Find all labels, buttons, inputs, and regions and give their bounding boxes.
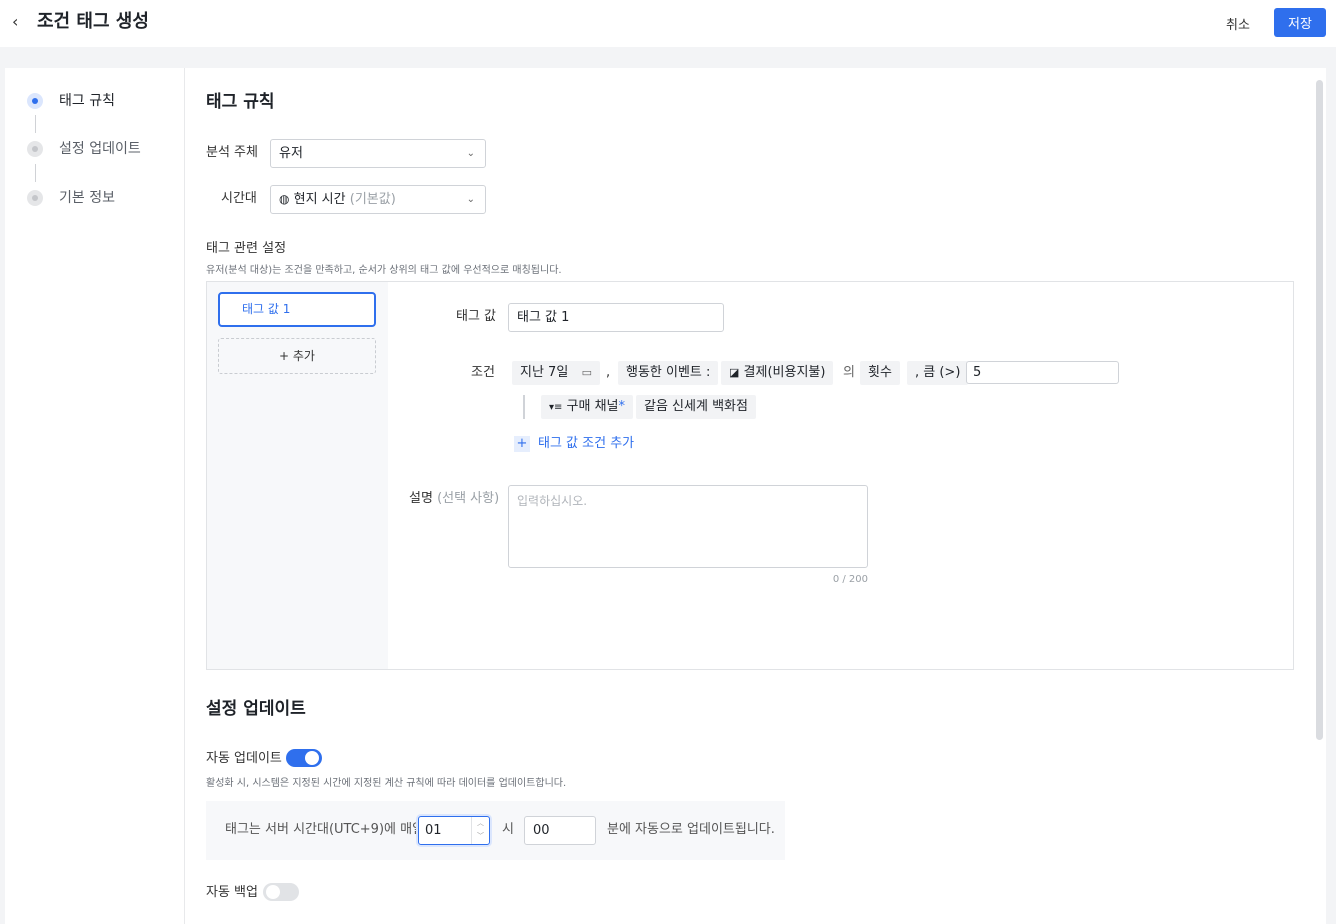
step-update-settings[interactable]: 설정 업데이트 xyxy=(5,137,185,161)
tag-value-label: 태그 값 xyxy=(456,309,497,324)
tag-value-item[interactable]: 태그 값 1 xyxy=(218,292,376,327)
step-label: 태그 규칙 xyxy=(59,93,115,109)
timezone-label: 시간대 xyxy=(221,191,257,206)
toggle-knob xyxy=(266,885,280,899)
page-title: 조건 태그 생성 xyxy=(37,11,149,32)
filter-property: 구매 채널 xyxy=(566,399,619,414)
related-settings-desc: 유저(분석 대상)는 조건을 만족하고, 순서가 상위의 태그 값에 우선적으로… xyxy=(206,265,562,276)
auto-backup-label: 자동 백업 xyxy=(206,885,258,900)
step-label: 설정 업데이트 xyxy=(59,141,141,157)
metric-select[interactable]: 횟수 xyxy=(860,361,900,385)
period-value: 지난 7일 xyxy=(520,365,569,380)
back-arrow-icon[interactable]: ‹ xyxy=(12,12,28,32)
filter-required-mark: * xyxy=(618,399,626,414)
toggle-knob xyxy=(305,751,319,765)
step-connector xyxy=(35,115,36,133)
event-select[interactable]: ◪ 결제(비용지불) xyxy=(721,361,834,385)
section-title-tag-rules: 태그 규칙 xyxy=(206,92,275,112)
related-settings-title: 태그 관련 설정 xyxy=(206,241,287,256)
section-title-update: 설정 업데이트 xyxy=(206,699,306,719)
step-nav: 태그 규칙 설정 업데이트 기본 정보 xyxy=(5,68,185,924)
hour-stepper[interactable]: 01 ︿ ﹀ xyxy=(418,816,490,845)
step-label: 기본 정보 xyxy=(59,190,115,206)
description-label: 설명 (선택 사항) xyxy=(409,490,499,508)
add-condition-button[interactable]: + 태그 값 조건 추가 xyxy=(514,434,634,454)
subject-label: 분석 주체 xyxy=(206,145,258,160)
auto-update-label: 자동 업데이트 xyxy=(206,751,282,766)
add-tag-value-button[interactable]: + 추가 xyxy=(218,338,376,374)
chevron-down-icon: ⌄ xyxy=(466,148,475,159)
chevron-down-icon: ⌄ xyxy=(466,194,475,205)
timezone-value: 현지 시간 xyxy=(293,192,346,207)
period-picker[interactable]: 지난 7일 ▭ xyxy=(512,361,600,385)
subject-select[interactable]: 유저 ⌄ xyxy=(270,139,486,168)
auto-backup-toggle[interactable] xyxy=(263,883,299,901)
description-label-text: 설명 xyxy=(409,491,433,506)
timezone-hint: (기본값) xyxy=(349,192,396,207)
subject-value: 유저 xyxy=(279,146,303,161)
condition-comma: , xyxy=(606,365,611,380)
event-icon: ◪ xyxy=(729,366,740,379)
schedule-prefix: 태그는 서버 시간대(UTC+9)에 매일 xyxy=(225,822,425,837)
auto-update-desc: 활성화 시, 시스템은 지정된 시간에 지정된 계산 규칙에 따라 데이터를 업… xyxy=(206,778,567,789)
tag-value-input[interactable]: 태그 값 1 xyxy=(508,303,724,332)
condition-value-input[interactable]: 5 xyxy=(966,361,1119,384)
stepper-arrows-icon[interactable]: ︿ ﹀ xyxy=(471,817,489,844)
step-tag-rules[interactable]: 태그 규칙 xyxy=(5,89,185,113)
step-dot-icon xyxy=(27,93,43,109)
calendar-icon: ▭ xyxy=(581,366,592,379)
description-textarea[interactable]: 입력하십시오. xyxy=(508,485,868,568)
description-hint: (선택 사항) xyxy=(437,491,500,506)
hour-value: 01 xyxy=(425,823,442,838)
schedule-suffix: 분에 자동으로 업데이트됩니다. xyxy=(607,822,775,837)
timezone-select[interactable]: ◍ 현지 시간 (기본값) ⌄ xyxy=(270,185,486,214)
step-basic-info[interactable]: 기본 정보 xyxy=(5,186,185,210)
globe-icon: ◍ xyxy=(279,192,290,206)
step-dot-icon xyxy=(27,190,43,206)
event-type-select[interactable]: 행동한 이벤트 : xyxy=(618,361,719,385)
filter-connector xyxy=(523,395,525,419)
condition-of: 의 xyxy=(843,365,855,380)
minute-input[interactable]: 00 xyxy=(524,816,596,845)
filter-value-select[interactable]: 같음 신세계 백화점 xyxy=(636,395,756,419)
filter-property-select[interactable]: ▾≡ 구매 채널* xyxy=(541,395,634,419)
plus-icon: + xyxy=(514,436,530,452)
event-value: 결제(비용지불) xyxy=(743,365,826,380)
auto-update-toggle[interactable] xyxy=(286,749,322,767)
top-bar: ‹ 조건 태그 생성 취소 저장 xyxy=(0,0,1336,47)
add-condition-label: 태그 값 조건 추가 xyxy=(538,436,635,451)
description-counter: 0 / 200 xyxy=(832,574,868,585)
operator-select[interactable]: , 큼 (>) xyxy=(907,361,969,385)
hour-unit: 시 xyxy=(502,822,514,837)
property-icon: ▾≡ xyxy=(549,402,563,413)
condition-label: 조건 xyxy=(471,365,495,380)
scrollbar[interactable] xyxy=(1316,80,1323,740)
step-dot-icon xyxy=(27,141,43,157)
save-button[interactable]: 저장 xyxy=(1274,8,1326,37)
step-connector xyxy=(35,164,36,182)
cancel-button[interactable]: 취소 xyxy=(1216,9,1260,37)
